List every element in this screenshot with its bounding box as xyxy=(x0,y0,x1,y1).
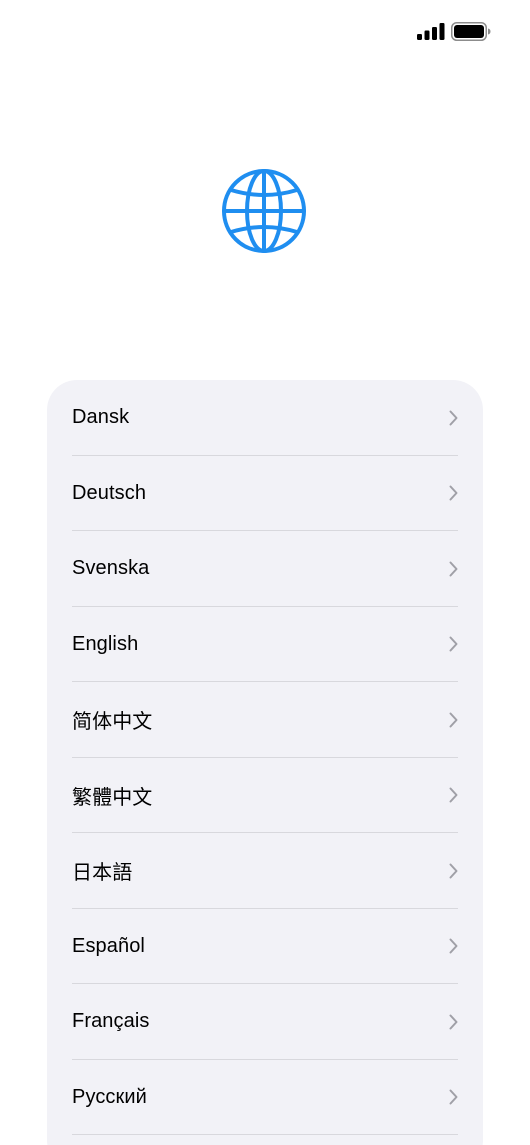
language-row-russian[interactable]: Русский xyxy=(47,1060,483,1136)
language-label: Español xyxy=(72,934,145,957)
language-list: Dansk Deutsch Svenska English 简体中文 繁體中文 xyxy=(47,380,483,1135)
language-row-english[interactable]: English xyxy=(47,607,483,683)
chevron-right-icon xyxy=(449,938,458,954)
chevron-right-icon xyxy=(449,485,458,501)
language-row-deutsch[interactable]: Deutsch xyxy=(47,456,483,532)
language-label: Dansk xyxy=(72,406,130,429)
language-row-francais[interactable]: Français xyxy=(47,984,483,1060)
language-label: Русский xyxy=(72,1085,147,1108)
language-label: English xyxy=(72,632,139,655)
language-row-simplified-chinese[interactable]: 简体中文 xyxy=(47,682,483,758)
chevron-right-icon xyxy=(449,863,458,879)
language-label: 简体中文 xyxy=(72,711,153,734)
language-label: 繁體中文 xyxy=(72,786,153,809)
language-label: Deutsch xyxy=(72,481,147,504)
language-row-svenska[interactable]: Svenska xyxy=(47,531,483,607)
chevron-right-icon xyxy=(449,787,458,803)
language-label: Svenska xyxy=(72,557,150,580)
language-row-traditional-chinese[interactable]: 繁體中文 xyxy=(47,758,483,834)
language-label: Français xyxy=(72,1010,150,1033)
language-list-card: Dansk Deutsch Svenska English 简体中文 繁體中文 xyxy=(47,380,483,1145)
language-row-dansk[interactable]: Dansk xyxy=(47,380,483,456)
language-row-japanese[interactable]: 日本語 xyxy=(47,833,483,909)
chevron-right-icon xyxy=(449,712,458,728)
chevron-right-icon xyxy=(449,410,458,426)
chevron-right-icon xyxy=(449,1014,458,1030)
cellular-signal-icon xyxy=(417,23,445,40)
language-label: 日本語 xyxy=(72,862,133,885)
battery-icon xyxy=(451,22,491,41)
chevron-right-icon xyxy=(449,636,458,652)
chevron-right-icon xyxy=(449,561,458,577)
globe-icon xyxy=(222,169,306,253)
chevron-right-icon xyxy=(449,1089,458,1105)
language-selection-screen: Dansk Deutsch Svenska English 简体中文 繁體中文 xyxy=(0,0,530,1145)
status-bar xyxy=(0,0,530,62)
language-row-espanol[interactable]: Español xyxy=(47,909,483,985)
